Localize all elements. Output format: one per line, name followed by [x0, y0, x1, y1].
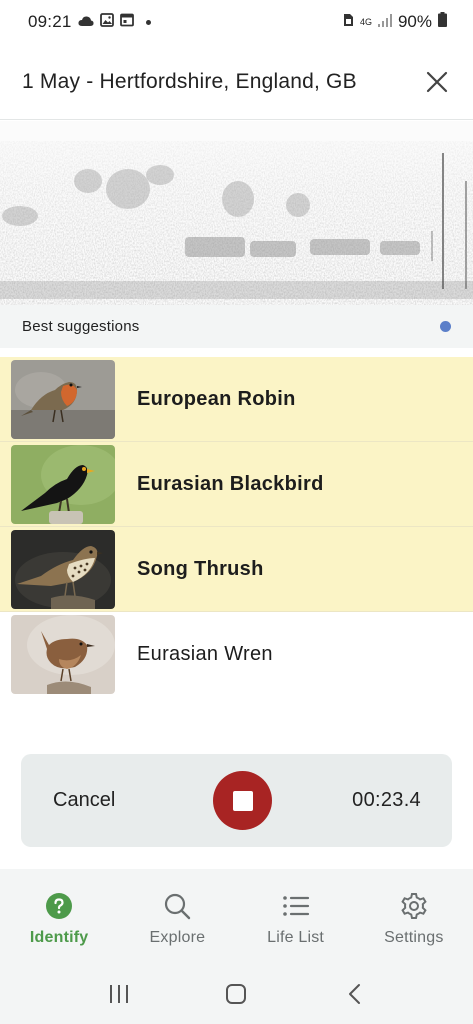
status-time: 09:21 [28, 12, 72, 31]
stop-recording-button[interactable] [213, 771, 273, 830]
species-list: European Robin Eurasian Blackbird Song T… [0, 357, 473, 697]
back-button[interactable] [334, 974, 374, 1014]
signal-icon [377, 12, 392, 32]
home-button[interactable] [216, 974, 256, 1014]
stop-icon [232, 790, 253, 811]
nav-settings[interactable]: Settings [355, 869, 473, 963]
bird-photo-european-robin [11, 359, 115, 439]
suggestions-label: Best suggestions [22, 318, 140, 335]
spectrogram-graphic [0, 121, 473, 305]
species-name: Eurasian Wren [137, 643, 273, 665]
nav-identify[interactable]: Identify [0, 869, 118, 963]
gear-icon [399, 891, 429, 921]
species-row-eurasian-wren[interactable]: Eurasian Wren [0, 612, 473, 697]
species-row-eurasian-blackbird[interactable]: Eurasian Blackbird [0, 442, 473, 527]
spectrogram [0, 121, 473, 305]
cloud-icon [77, 12, 94, 32]
calendar-icon [119, 12, 134, 32]
species-name: European Robin [137, 387, 296, 410]
question-circle-icon [44, 891, 74, 921]
recent-apps-button[interactable] [99, 974, 139, 1014]
nav-life-list[interactable]: Life List [237, 869, 355, 963]
page-title: 1 May - Hertfordshire, England, GB [22, 69, 357, 93]
species-name: Eurasian Blackbird [137, 472, 324, 495]
nav-label: Explore [149, 929, 206, 946]
back-icon [349, 983, 361, 1004]
suggestions-header: Best suggestions [0, 305, 473, 348]
bird-photo-eurasian-blackbird [11, 444, 115, 524]
close-button[interactable] [421, 66, 453, 98]
recent-apps-icon [109, 984, 128, 1003]
system-navigation-bar [0, 963, 473, 1024]
home-icon [226, 983, 247, 1004]
species-name: Song Thrush [137, 557, 264, 580]
nav-label: Life List [267, 929, 325, 946]
status-bar: 09:21 4G 90% [0, 0, 473, 44]
cancel-button[interactable]: Cancel [53, 789, 115, 812]
nav-explore[interactable]: Explore [118, 869, 236, 963]
species-row-song-thrush[interactable]: Song Thrush [0, 527, 473, 612]
status-bar-right: 4G 90% [343, 12, 447, 32]
search-icon [162, 891, 192, 921]
nav-label: Settings [384, 929, 444, 946]
recording-controls: Cancel 00:23.4 [21, 754, 452, 847]
bird-photo-eurasian-wren [11, 615, 115, 694]
battery-percent: 90% [397, 12, 432, 31]
network-type: 4G [359, 16, 372, 27]
listening-indicator-dot [440, 321, 451, 332]
bird-photo-song-thrush [11, 529, 115, 609]
bottom-navigation: Identify Explore Life List Settings [0, 869, 473, 963]
nav-label: Identify [29, 929, 89, 946]
sim-icon [343, 12, 354, 32]
species-row-european-robin[interactable]: European Robin [0, 357, 473, 442]
header: 1 May - Hertfordshire, England, GB [0, 44, 473, 120]
recording-timer: 00:23.4 [352, 789, 421, 811]
list-icon [281, 891, 311, 921]
close-icon [426, 71, 448, 92]
status-bar-left: 09:21 [28, 12, 151, 32]
image-icon [99, 12, 114, 32]
battery-icon [438, 12, 447, 32]
notification-dot-icon [145, 19, 151, 25]
